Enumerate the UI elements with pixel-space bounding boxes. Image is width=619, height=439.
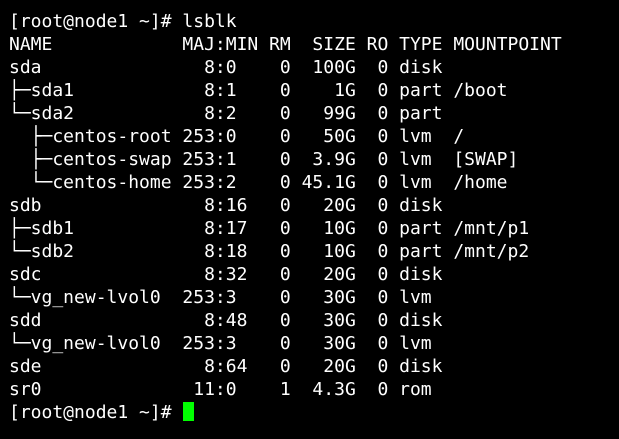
lsblk-row-sda1: ├─sda1 8:1 0 1G 0 part /boot bbox=[9, 80, 508, 101]
lsblk-row-sda2: └─sda2 8:2 0 99G 0 part bbox=[9, 103, 443, 124]
lsblk-row-sde: sde 8:64 0 20G 0 disk bbox=[9, 356, 443, 377]
lsblk-row-sdb2: └─sdb2 8:18 0 10G 0 part /mnt/p2 bbox=[9, 241, 530, 262]
lsblk-row-sdb1: ├─sdb1 8:17 0 10G 0 part /mnt/p1 bbox=[9, 218, 530, 239]
lsblk-row-sdc-vg-new-lvol0: └─vg_new-lvol0 253:3 0 30G 0 lvm bbox=[9, 287, 432, 308]
lsblk-row-sr0: sr0 11:0 1 4.3G 0 rom bbox=[9, 379, 432, 400]
lsblk-row-sdb: sdb 8:16 0 20G 0 disk bbox=[9, 195, 443, 216]
lsblk-row-centos-swap: ├─centos-swap 253:1 0 3.9G 0 lvm [SWAP] bbox=[9, 149, 519, 170]
terminal-window[interactable]: [root@node1 ~]# lsblk NAME MAJ:MIN RM SI… bbox=[0, 0, 619, 439]
lsblk-row-sdc: sdc 8:32 0 20G 0 disk bbox=[9, 264, 443, 285]
shell-prompt: [root@node1 ~]# bbox=[9, 402, 183, 423]
lsblk-row-sdd: sdd 8:48 0 30G 0 disk bbox=[9, 310, 443, 331]
terminal-prompt-line[interactable]: [root@node1 ~]# bbox=[9, 401, 619, 424]
lsblk-row-centos-home: └─centos-home 253:2 0 45.1G 0 lvm /home bbox=[9, 172, 508, 193]
lsblk-row-centos-root: ├─centos-root 253:0 0 50G 0 lvm / bbox=[9, 126, 465, 147]
lsblk-header-row: NAME MAJ:MIN RM SIZE RO TYPE MOUNTPOINT bbox=[9, 34, 562, 55]
lsblk-row-sda: sda 8:0 0 100G 0 disk bbox=[9, 57, 443, 78]
lsblk-row-sdd-vg-new-lvol0: └─vg_new-lvol0 253:3 0 30G 0 lvm bbox=[9, 333, 432, 354]
terminal-line-command: [root@node1 ~]# lsblk bbox=[9, 11, 237, 32]
terminal-cursor bbox=[183, 402, 195, 421]
